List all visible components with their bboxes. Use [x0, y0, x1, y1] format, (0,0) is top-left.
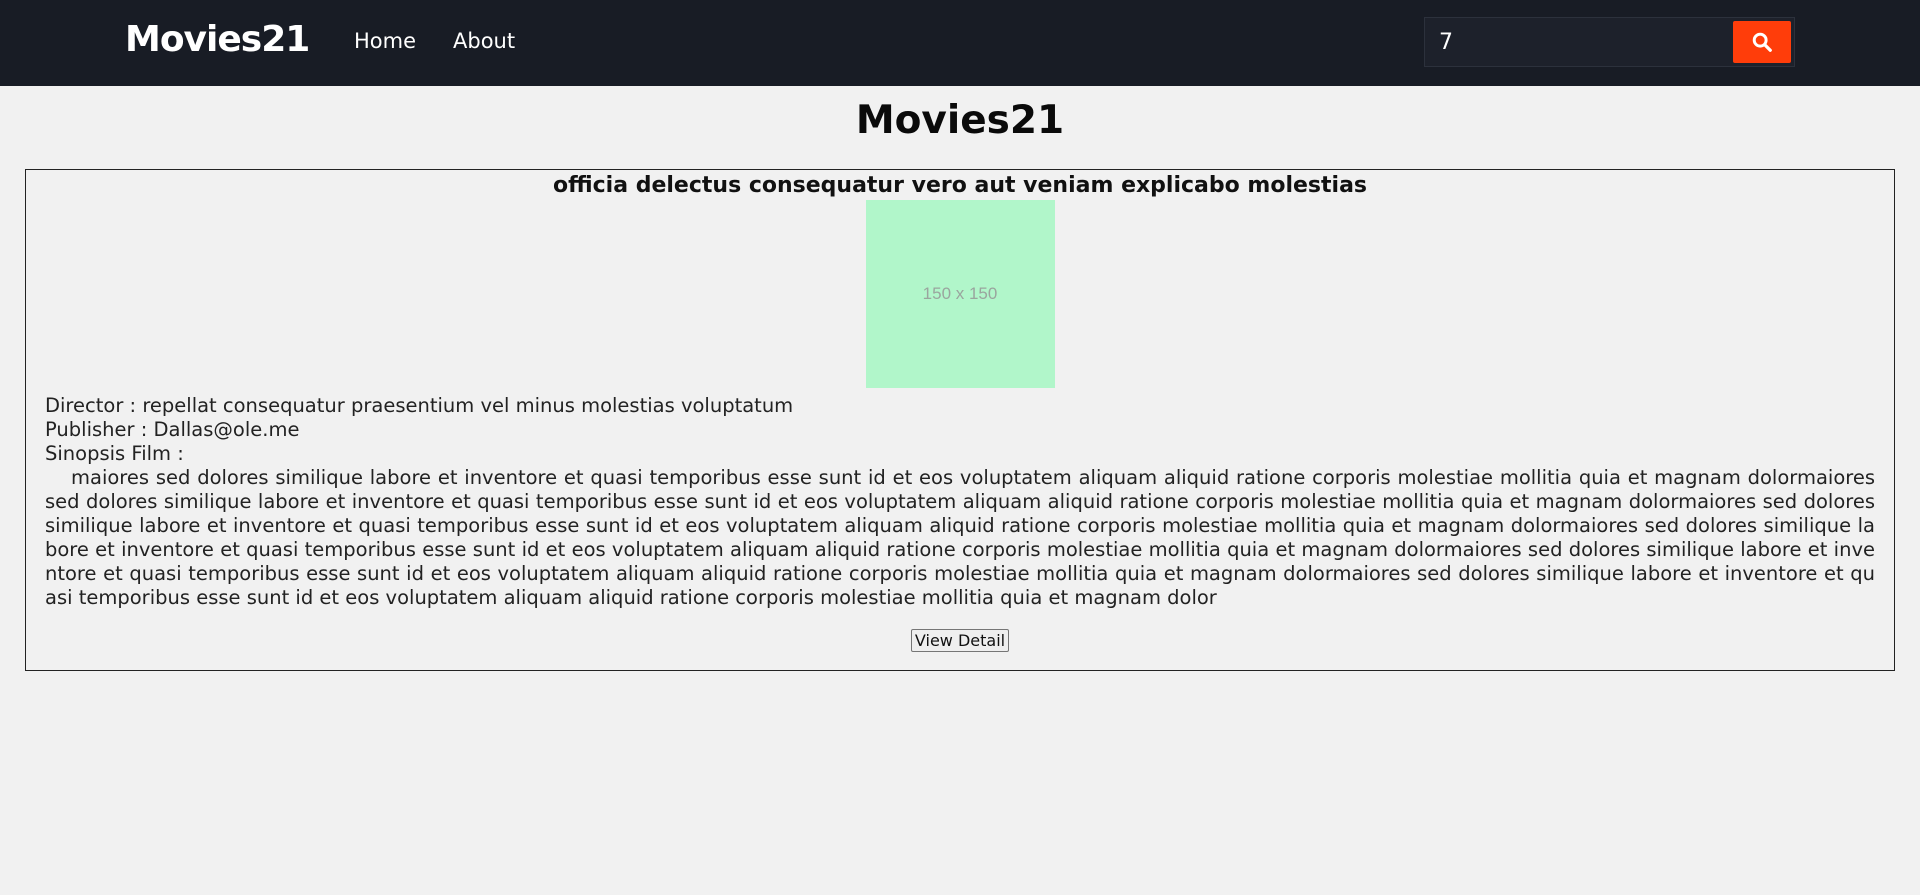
- publisher-value: Dallas@ole.me: [153, 418, 300, 441]
- movie-poster: 150 x 150: [865, 200, 1055, 388]
- navbar: Movies21 Home About: [0, 0, 1920, 86]
- movie-card: officia delectus consequatur vero aut ve…: [25, 169, 1895, 671]
- synopsis-text: maiores sed dolores similique labore et …: [45, 466, 1875, 609]
- synopsis-label: Sinopsis Film :: [45, 442, 184, 465]
- search-input[interactable]: [1425, 19, 1733, 65]
- search-icon: [1752, 32, 1772, 52]
- brand-logo[interactable]: Movies21: [125, 19, 310, 60]
- detail-button-wrap: View Detail: [45, 629, 1875, 652]
- nav-link-about[interactable]: About: [453, 29, 515, 53]
- view-detail-button[interactable]: View Detail: [910, 629, 1010, 652]
- search-button[interactable]: [1733, 21, 1791, 63]
- search-form: [1424, 17, 1795, 67]
- director-label: Director :: [45, 394, 143, 417]
- movie-meta: Director : repellat consequatur praesent…: [45, 394, 1875, 466]
- nav-links: Home About: [354, 29, 515, 53]
- director-line: Director : repellat consequatur praesent…: [45, 394, 1875, 418]
- publisher-line: Publisher : Dallas@ole.me: [45, 418, 1875, 442]
- director-value: repellat consequatur praesentium vel min…: [142, 394, 794, 417]
- page-title: Movies21: [855, 98, 1065, 143]
- movie-title: officia delectus consequatur vero aut ve…: [552, 173, 1368, 198]
- publisher-label: Publisher :: [45, 418, 154, 441]
- poster-placeholder-text: 150 x 150: [922, 284, 998, 303]
- nav-link-home[interactable]: Home: [354, 29, 416, 53]
